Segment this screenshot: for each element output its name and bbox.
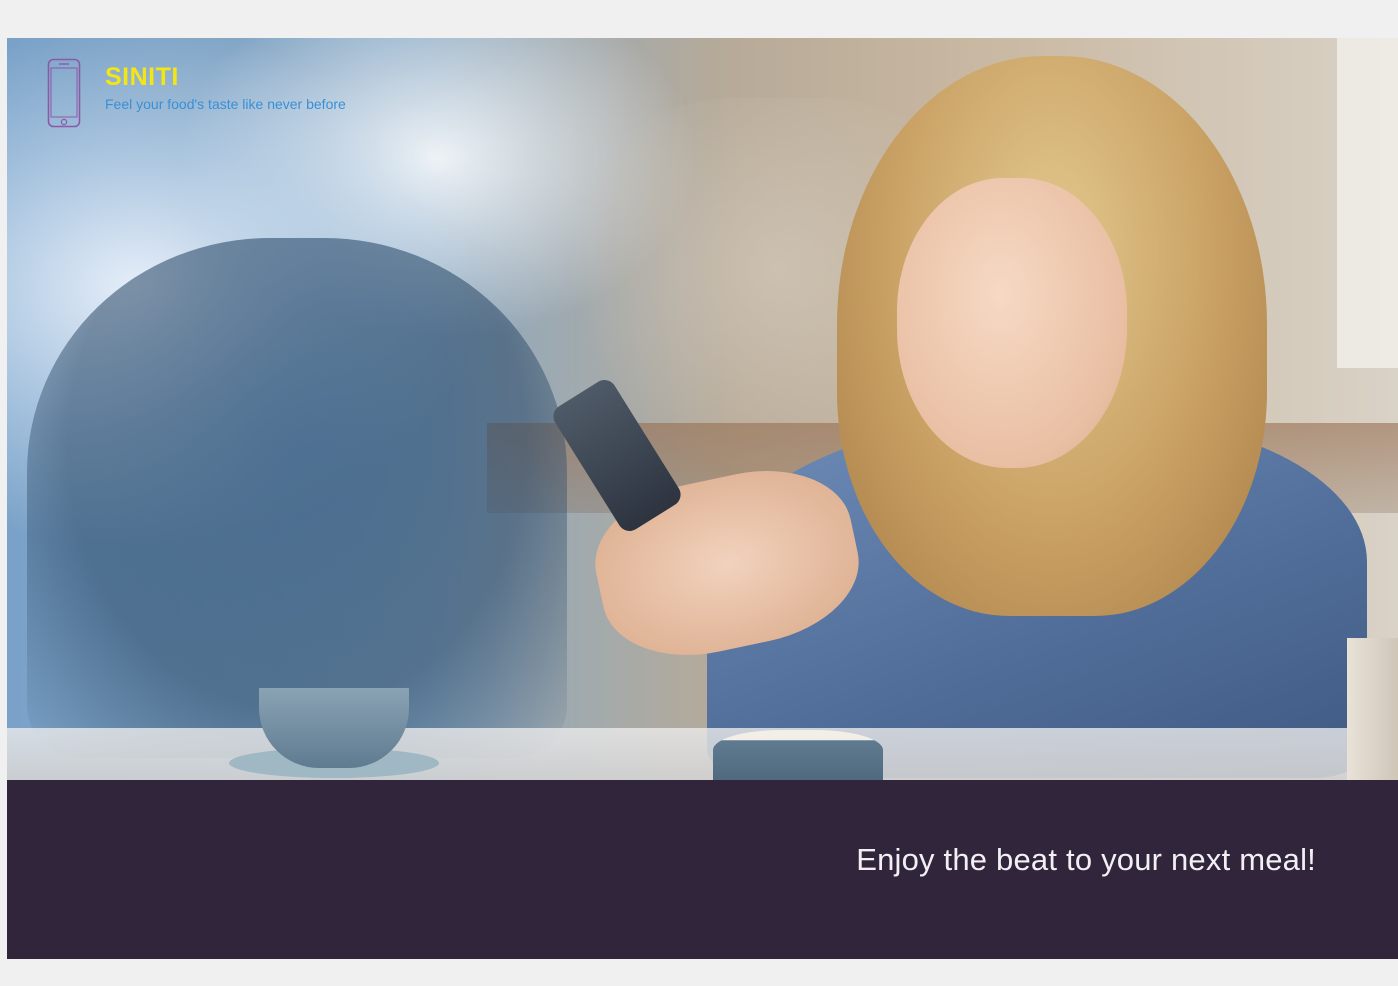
smartphone-icon [47,58,81,128]
hero-image [7,38,1398,780]
brand-tagline: Feel your food's taste like never before [105,96,346,112]
background-window [1337,38,1398,368]
woman-face [897,178,1127,468]
brand-logo[interactable]: SINITI Feel your food's taste like never… [47,58,346,130]
blurred-person [27,238,567,758]
brand-text: SINITI Feel your food's taste like never… [105,58,346,114]
chair [1347,638,1398,780]
cafe-table [7,728,1398,780]
page-frame: SINITI Feel your food's taste like never… [7,38,1398,959]
footer-slogan: Enjoy the beat to your next meal! [856,842,1316,877]
brand-name: SINITI [105,63,179,91]
footer-band: Enjoy the beat to your next meal! [7,780,1398,959]
coffee-cup [713,730,883,780]
